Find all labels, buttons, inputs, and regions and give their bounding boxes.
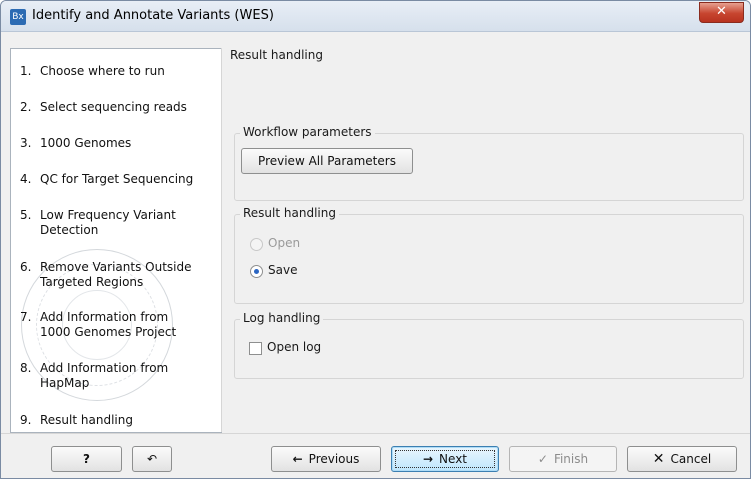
next-button[interactable]: → Next [391,446,499,472]
step-label: Add Information from 1000 Genomes Projec… [40,310,177,339]
group-title: Workflow parameters [240,125,375,139]
step-remove-variants-outside-targeted-regions: 6. Remove Variants Outside Targeted Regio… [20,260,200,290]
previous-button[interactable]: ← Previous [271,446,381,472]
step-label: Add Information from HapMap [40,361,169,390]
help-button[interactable]: ? [51,446,122,472]
title-bar[interactable]: Bx Identify and Annotate Variants (WES) … [1,1,750,32]
preview-all-parameters-button[interactable]: Preview All Parameters [241,148,413,174]
next-label: Next [439,452,468,466]
step-number: 9. [20,413,32,427]
step-label: QC for Target Sequencing [40,172,194,186]
step-number: 6. [20,260,32,274]
step-select-sequencing-reads: 2. Select sequencing reads [20,100,218,115]
step-label: Choose where to run [40,64,165,78]
step-number: 4. [20,172,32,186]
group-title: Log handling [240,311,324,325]
open-radio-label: Open [268,236,301,250]
open-log-label: Open log [267,340,322,354]
app-icon: Bx [10,9,26,25]
open-log-checkbox[interactable] [249,342,262,355]
step-label: Result handling [40,413,133,427]
step-add-information-1000-genomes-project: 7. Add Information from 1000 Genomes Proj… [20,310,180,340]
step-label: 1000 Genomes [40,136,132,150]
step-label: Remove Variants Outside Targeted Regions [40,260,192,289]
step-label: Low Frequency Variant Detection [40,208,176,237]
save-radio[interactable] [250,265,263,278]
finish-button[interactable]: ✓ Finish [509,446,617,472]
log-handling-group: Log handling Open log [234,311,744,379]
step-1000-genomes: 3. 1000 Genomes [20,136,218,151]
step-label: Select sequencing reads [40,100,187,114]
panel-divider [221,48,222,432]
help-icon: ? [83,452,90,466]
cancel-label: Cancel [670,452,712,466]
page-title: Result handling [230,48,323,62]
open-radio[interactable] [250,238,263,251]
reset-button[interactable]: ↶ [132,446,172,472]
step-number: 5. [20,208,32,222]
cancel-button[interactable]: ✕ Cancel [627,446,737,472]
step-qc-for-target-sequencing: 4. QC for Target Sequencing [20,172,218,187]
group-title: Result handling [240,206,339,220]
window-title: Identify and Annotate Variants (WES) [32,8,274,23]
check-icon: ✓ [537,452,548,466]
step-low-frequency-variant-detection: 5. Low Frequency Variant Detection [20,208,180,238]
workflow-parameters-group: Workflow parameters Preview All Paramete… [234,125,744,201]
finish-label: Finish [553,452,589,466]
reset-icon: ↶ [146,452,158,466]
step-result-handling: 9. Result handling [20,413,218,428]
close-button[interactable]: ✕ [699,2,744,23]
step-number: 7. [20,310,32,324]
step-number: 2. [20,100,32,114]
x-icon: ✕ [652,451,665,467]
dialog-window: Bx Identify and Annotate Variants (WES) … [0,0,751,479]
step-number: 8. [20,361,32,375]
result-handling-group: Result handling Open Save [234,206,744,304]
step-number: 3. [20,136,32,150]
arrow-right-icon: → [422,452,434,466]
wizard-steps-sidebar: 1. Choose where to run 2. Select sequencin… [10,48,222,433]
previous-label: Previous [308,452,360,466]
step-number: 1. [20,64,32,78]
step-add-information-hapmap: 8. Add Information from HapMap [20,361,180,391]
arrow-left-icon: ← [292,452,303,466]
step-choose-where-to-run: 1. Choose where to run [20,64,218,79]
button-bar: ? ↶ ← Previous → Next ✓ Finish ✕ Cancel [1,433,750,478]
save-radio-label: Save [268,263,298,277]
